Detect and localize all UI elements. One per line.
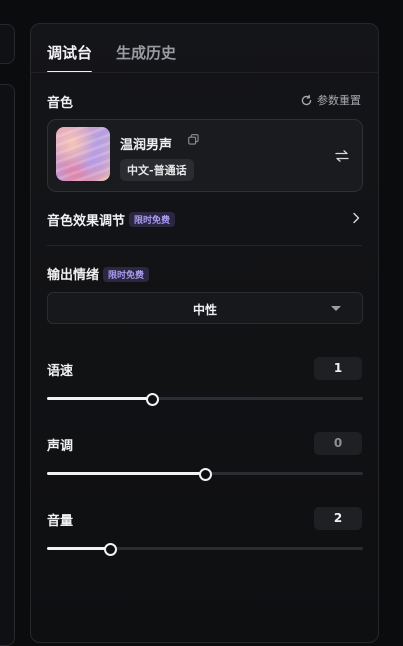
chevron-right-icon (353, 212, 360, 224)
pitch-value-input[interactable]: 0 (314, 432, 362, 455)
voice-effect-label: 音色效果调节 (47, 214, 126, 229)
volume-slider[interactable] (47, 543, 363, 556)
emotion-label-row: 输出情绪 限时免费 (47, 264, 150, 283)
speed-slider-fill (47, 397, 153, 400)
emotion-selected-value: 中性 (192, 303, 217, 317)
speed-value-input[interactable]: 1 (314, 357, 362, 380)
pitch-label: 声调 (47, 439, 74, 454)
speed-slider-handle[interactable] (146, 393, 160, 406)
voice-card[interactable]: 温润男声 中文-普通话 (47, 119, 363, 192)
tabs-divider (31, 72, 378, 73)
pitch-slider-fill (47, 472, 205, 475)
refresh-icon (301, 94, 312, 105)
volume-value-input[interactable]: 2 (314, 507, 362, 530)
emotion-label: 输出情绪 (47, 268, 100, 283)
timbre-label: 音色 (47, 96, 74, 111)
pitch-slider-handle[interactable] (199, 468, 212, 481)
voice-effect-row[interactable]: 音色效果调节 限时免费 (47, 210, 362, 230)
reset-button[interactable]: 参数重置 (300, 92, 361, 108)
volume-slider-fill (47, 547, 111, 550)
speed-label: 语速 (47, 364, 74, 379)
swap-icon[interactable] (335, 149, 349, 163)
free-badge: 限时免费 (129, 212, 176, 227)
volume-slider-handle[interactable] (104, 543, 118, 556)
voice-name: 温润男声 (120, 138, 173, 153)
tab-console[interactable]: 调试台 (47, 42, 93, 73)
caret-down-icon (331, 306, 341, 311)
pitch-slider[interactable] (47, 468, 363, 481)
free-badge: 限时免费 (103, 267, 150, 282)
volume-label: 音量 (47, 514, 74, 529)
copy-icon[interactable] (188, 134, 199, 145)
section-divider (47, 245, 362, 246)
tab-bar: 调试台 生成历史 (47, 42, 176, 73)
tab-history[interactable]: 生成历史 (116, 42, 176, 73)
voice-language-tag: 中文-普通话 (120, 159, 194, 181)
emotion-select[interactable]: 中性 (47, 292, 363, 324)
reset-label: 参数重置 (317, 94, 361, 107)
left-panel-card (0, 84, 15, 646)
settings-panel: 调试台 生成历史 音色 参数重置 温润男声 中文-普通话 音色效果调节 限时免费 … (30, 23, 379, 643)
speed-slider[interactable] (47, 393, 363, 406)
left-panel-top-card (0, 24, 15, 64)
voice-avatar (56, 127, 110, 181)
